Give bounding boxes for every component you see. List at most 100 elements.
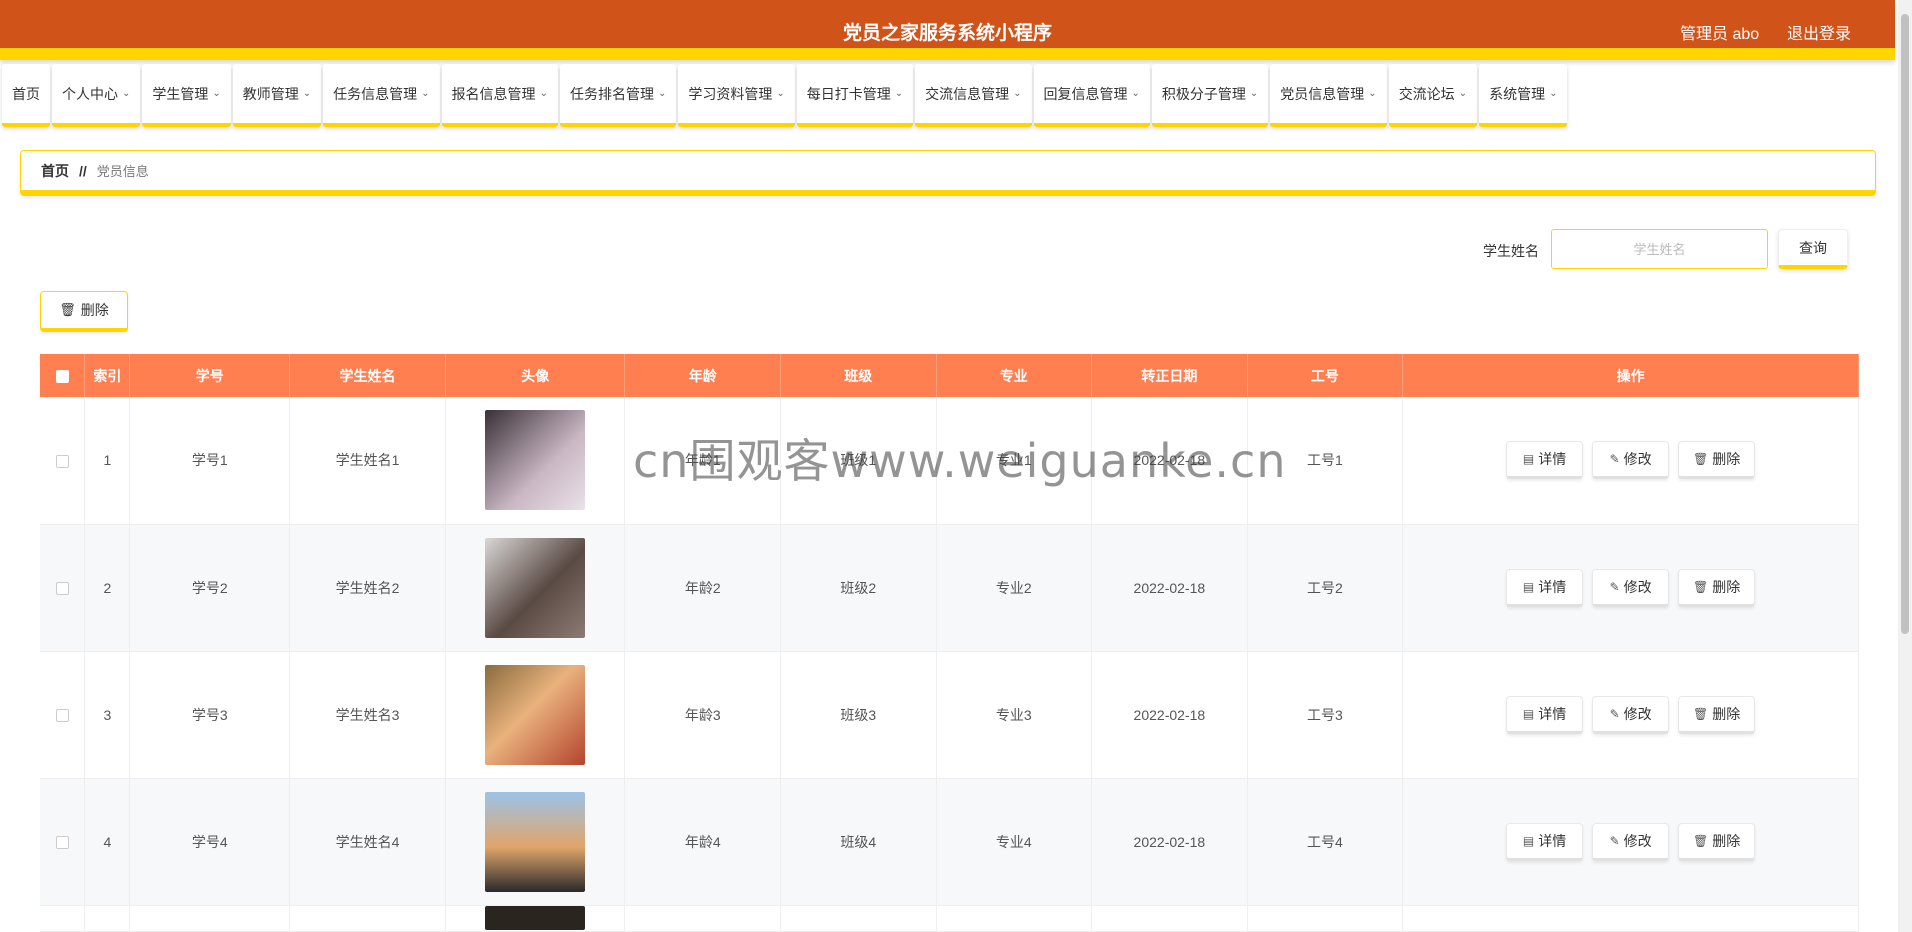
- batch-delete-button[interactable]: 🗑 删除: [40, 291, 128, 332]
- nav-item-label: 教师管理: [242, 85, 299, 102]
- nav-item[interactable]: 学生管理 ⌄: [142, 64, 231, 127]
- select-all-checkbox[interactable]: [40, 354, 86, 397]
- nav-item-label: 交流论坛: [1398, 85, 1455, 102]
- table-row: 4 学号4 学生姓名4 年龄4 班级4 专业4 2022-02-18 工号4 ▤ 详情 ✎ 修改 🗑 删除: [40, 778, 1859, 906]
- cell-major: 专业2: [936, 524, 1093, 652]
- nav-item[interactable]: 系统管理 ⌄: [1479, 64, 1568, 127]
- nav-item[interactable]: 积极分子管理 ⌄: [1151, 64, 1269, 127]
- cell-index: 1: [84, 397, 131, 525]
- document-icon: ▤: [1522, 833, 1535, 848]
- nav-item[interactable]: 回复信息管理 ⌄: [1033, 64, 1150, 127]
- nav-item-label: 党员信息管理: [1280, 85, 1365, 102]
- scrollbar-thumb[interactable]: [1901, 14, 1909, 634]
- delete-label: 删除: [1712, 578, 1741, 595]
- nav-item[interactable]: 任务信息管理 ⌄: [323, 64, 440, 127]
- chevron-down-icon: ⌄: [1013, 88, 1022, 99]
- row-checkbox[interactable]: [40, 778, 86, 906]
- cell-student-no: 学号2: [129, 524, 291, 652]
- breadcrumb-current: 党员信息: [96, 164, 149, 179]
- app-title: 党员之家服务系统小程序: [842, 23, 1052, 44]
- avatar: [485, 410, 586, 511]
- nav-item[interactable]: 首页: [2, 64, 50, 127]
- detail-button[interactable]: ▤ 详情: [1506, 822, 1584, 861]
- chevron-down-icon: ⌄: [657, 88, 667, 99]
- detail-button[interactable]: ▤ 详情: [1506, 695, 1584, 734]
- nav-item[interactable]: 个人中心 ⌄: [52, 64, 141, 127]
- edit-label: 修改: [1623, 578, 1652, 595]
- nav-item[interactable]: 交流信息管理 ⌄: [915, 64, 1032, 127]
- cell-student-no: 学号3: [129, 651, 291, 779]
- nav-item-label: 积极分子管理: [1161, 85, 1246, 102]
- nav-item[interactable]: 任务排名管理 ⌄: [559, 64, 677, 127]
- nav-item[interactable]: 党员信息管理 ⌄: [1270, 64, 1387, 127]
- avatar: [485, 537, 586, 638]
- cell-index: 3: [84, 651, 131, 779]
- chevron-down-icon: ⌄: [212, 88, 221, 99]
- col-header: 操作: [1402, 354, 1859, 397]
- col-header: 头像: [445, 354, 626, 397]
- edit-button[interactable]: ✎ 修改: [1592, 568, 1670, 607]
- trash-icon: 🗑: [1692, 706, 1709, 721]
- cell-date: 2022-02-18: [1091, 778, 1248, 906]
- table-row: [40, 905, 1859, 932]
- col-header: 学生姓名: [289, 354, 446, 397]
- nav-item-label: 首页: [12, 85, 40, 102]
- cell-index: 4: [84, 778, 131, 906]
- nav-item[interactable]: 学习资料管理 ⌄: [678, 64, 795, 127]
- detail-label: 详情: [1538, 832, 1567, 849]
- top-header: 党员之家服务系统小程序 管理员 abo 退出登录: [0, 0, 1895, 60]
- edit-button[interactable]: ✎ 修改: [1592, 441, 1670, 480]
- detail-label: 详情: [1538, 705, 1567, 722]
- nav-item-label: 报名信息管理: [451, 85, 536, 102]
- chevron-down-icon: ⌄: [1458, 88, 1468, 99]
- row-checkbox[interactable]: [40, 397, 86, 525]
- main-nav: 首页 个人中心 ⌄ 学生管理 ⌄ 教师管理 ⌄ 任务信息管理 ⌄ 报名信息管理 ⌄ 任务排名管理 ⌄ 学习…: [2, 64, 1569, 129]
- breadcrumb-home[interactable]: 首页: [41, 161, 69, 181]
- chevron-down-icon: ⌄: [421, 88, 430, 99]
- delete-button[interactable]: 🗑 删除: [1678, 568, 1756, 607]
- search-input[interactable]: [1551, 229, 1768, 269]
- table-row: 3 学号3 学生姓名3 年龄3 班级3 专业3 2022-02-18 工号3 ▤ 详情 ✎ 修改 🗑 删除: [40, 651, 1859, 779]
- detail-button[interactable]: ▤ 详情: [1506, 441, 1584, 480]
- cell-class: 班级1: [780, 397, 937, 525]
- search-button[interactable]: 查询: [1778, 229, 1848, 269]
- search-label: 学生姓名: [1483, 243, 1539, 259]
- row-checkbox[interactable]: [40, 651, 86, 779]
- delete-label: 删除: [1712, 705, 1741, 722]
- cell-date: 2022-02-18: [1091, 651, 1248, 779]
- detail-button[interactable]: ▤ 详情: [1506, 568, 1584, 607]
- chevron-down-icon: ⌄: [302, 88, 312, 99]
- nav-item[interactable]: 每日打卡管理 ⌄: [796, 64, 914, 127]
- cell-avatar: [445, 524, 626, 652]
- nav-item[interactable]: 教师管理 ⌄: [232, 64, 322, 127]
- delete-button[interactable]: 🗑 删除: [1678, 441, 1756, 480]
- edit-button[interactable]: ✎ 修改: [1592, 822, 1670, 861]
- delete-button[interactable]: 🗑 删除: [1678, 822, 1756, 861]
- cell-class: 班级4: [780, 778, 937, 906]
- cell-date: 2022-02-18: [1091, 397, 1248, 525]
- cell-job-no: 工号4: [1247, 778, 1404, 906]
- chevron-down-icon: ⌄: [1249, 88, 1259, 99]
- edit-label: 修改: [1623, 451, 1652, 468]
- cell-student-no: 学号1: [129, 397, 291, 525]
- logout-link[interactable]: 退出登录: [1787, 20, 1851, 44]
- col-header: 工号: [1247, 354, 1404, 397]
- page-scrollbar[interactable]: [1898, 0, 1912, 932]
- cell-actions: ▤ 详情 ✎ 修改 🗑 删除: [1402, 651, 1859, 779]
- col-header: 索引: [84, 354, 131, 397]
- col-header: 专业: [936, 354, 1093, 397]
- trash-icon: 🗑: [1692, 452, 1709, 467]
- nav-item[interactable]: 交流论坛 ⌄: [1388, 64, 1478, 127]
- cell-age: 年龄3: [624, 651, 781, 779]
- col-header: 班级: [780, 354, 937, 397]
- row-checkbox[interactable]: [40, 524, 86, 652]
- edit-button[interactable]: ✎ 修改: [1592, 695, 1670, 734]
- delete-label: 删除: [1712, 832, 1741, 849]
- delete-button[interactable]: 🗑 删除: [1678, 695, 1756, 734]
- cell-class: 班级3: [780, 651, 937, 779]
- cell-student-name: 学生姓名1: [289, 397, 446, 525]
- cell-avatar: [445, 778, 626, 906]
- nav-item-label: 学生管理: [152, 85, 209, 102]
- nav-item[interactable]: 报名信息管理 ⌄: [441, 64, 558, 127]
- cell-age: 年龄2: [624, 524, 781, 652]
